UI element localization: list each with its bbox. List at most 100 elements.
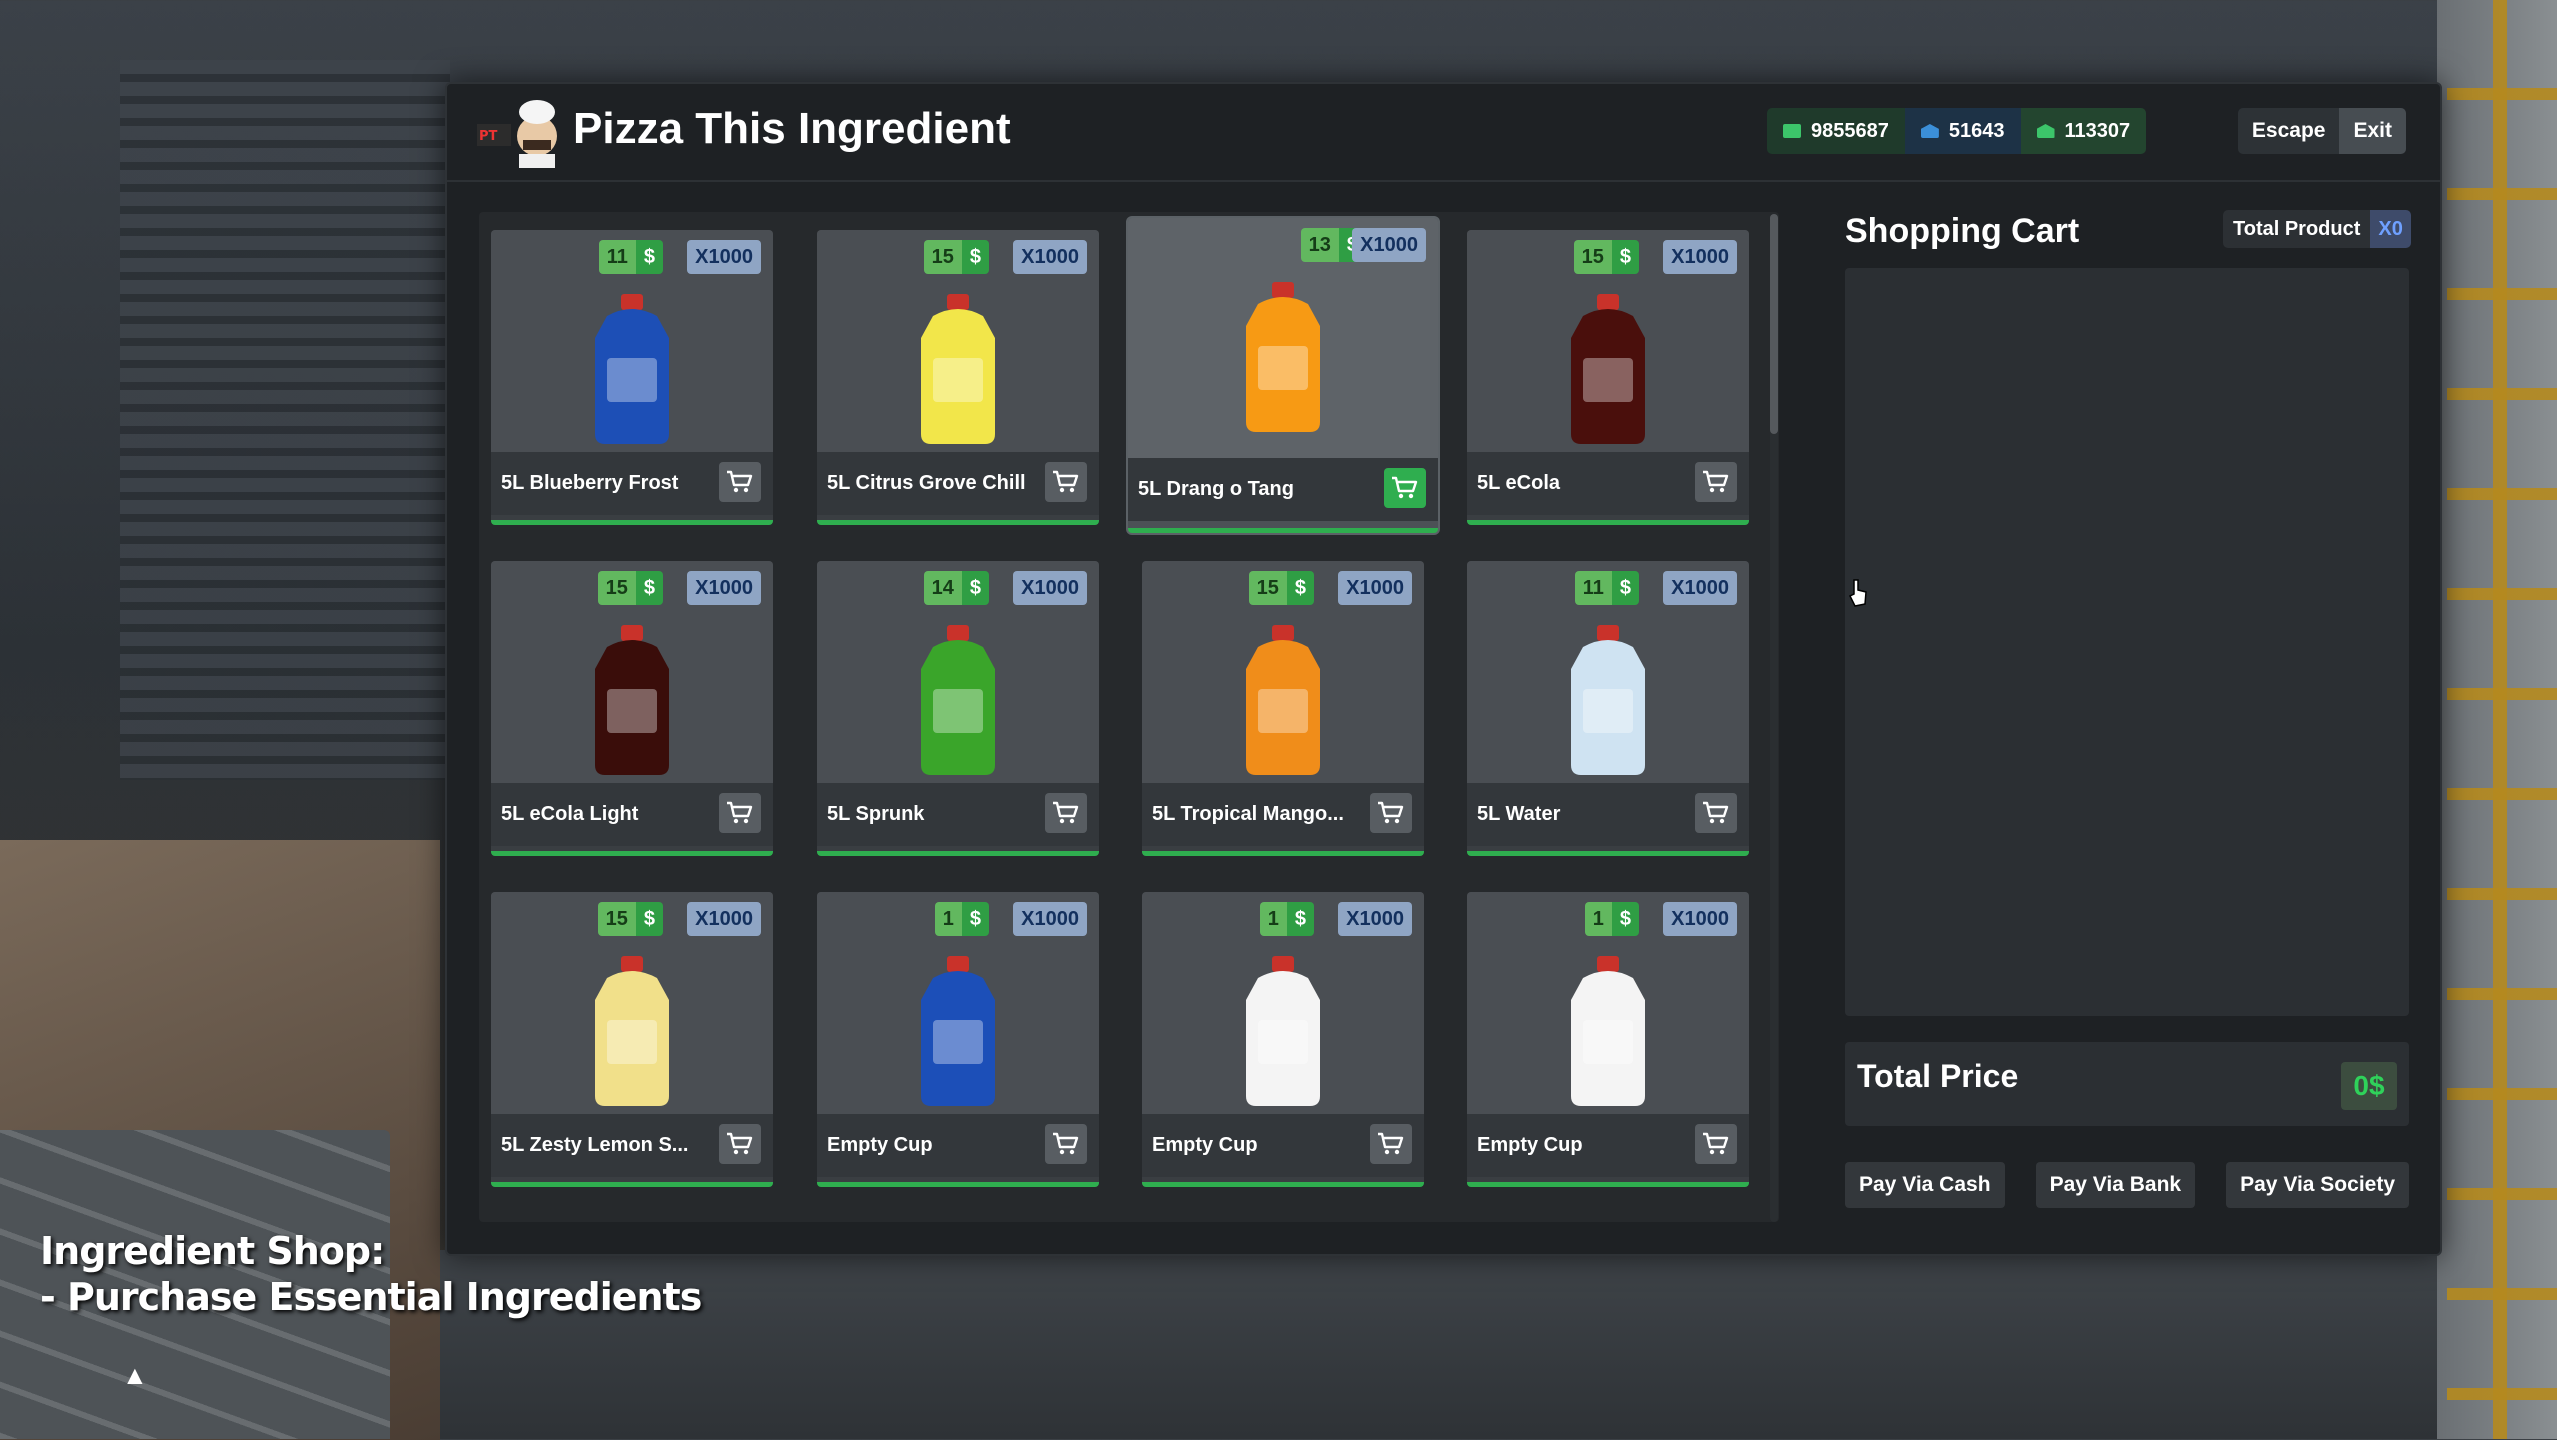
price-badge: 1 $ xyxy=(1259,902,1314,936)
product-name: 5L eCola xyxy=(1477,472,1560,494)
add-to-cart-button[interactable] xyxy=(1695,462,1737,502)
price-value: 15 xyxy=(1248,571,1287,605)
product-footer: 5L Citrus Grove Chill xyxy=(817,452,1099,515)
product-name: Empty Cup xyxy=(1152,1134,1258,1156)
product-footer: 5L eCola Light xyxy=(491,783,773,846)
product-card[interactable]: 11 $ X1000 5L Water xyxy=(1467,561,1749,856)
bottle-icon xyxy=(903,950,1013,1110)
product-card[interactable]: 1 $ X1000 Empty Cup xyxy=(1142,892,1424,1187)
scrollbar-thumb[interactable] xyxy=(1770,214,1778,434)
add-to-cart-button[interactable] xyxy=(1695,793,1737,833)
stock-quantity: X1000 xyxy=(1338,902,1412,936)
stock-quantity: X1000 xyxy=(687,902,761,936)
product-card[interactable]: 1 $ X1000 Empty Cup xyxy=(817,892,1099,1187)
add-to-cart-button[interactable] xyxy=(1695,1124,1737,1164)
header-buttons: Escape Exit xyxy=(2237,108,2406,154)
cart-icon xyxy=(727,1132,753,1155)
product-image-area: 15 $ X1000 xyxy=(491,561,773,783)
product-card[interactable]: 14 $ X1000 5L Sprunk xyxy=(817,561,1099,856)
product-card[interactable]: 15 $ X1000 5L eCola xyxy=(1467,230,1749,525)
add-to-cart-button[interactable] xyxy=(1045,793,1087,833)
product-image-area: 14 $ X1000 xyxy=(817,561,1099,783)
window-header: PT Pizza This Ingredient 9855687 51643 1… xyxy=(447,84,2440,182)
exit-button[interactable]: Exit xyxy=(2339,108,2406,154)
price-badge: 11 $ xyxy=(598,240,663,274)
bottle-icon xyxy=(577,619,687,779)
society-icon xyxy=(2036,124,2055,138)
price-badge: 14 $ xyxy=(923,571,989,605)
add-to-cart-button[interactable] xyxy=(1370,1124,1412,1164)
bottle-icon xyxy=(1228,950,1338,1110)
product-footer: Empty Cup xyxy=(817,1114,1099,1177)
product-footer: 5L Water xyxy=(1467,783,1749,846)
bottle-icon xyxy=(1228,619,1338,779)
product-footer: 5L Zesty Lemon S... xyxy=(491,1114,773,1177)
pay-cash-button[interactable]: Pay Via Cash xyxy=(1845,1162,2005,1208)
product-name: 5L eCola Light xyxy=(501,803,639,825)
stock-quantity: X1000 xyxy=(1663,571,1737,605)
price-badge: 11 $ xyxy=(1574,571,1639,605)
cash-value: 9855687 xyxy=(1811,119,1889,142)
cart-icon xyxy=(727,470,753,493)
price-value: 11 xyxy=(1574,571,1612,605)
cart-icon xyxy=(1378,1132,1404,1155)
total-price-label: Total Price xyxy=(1857,1058,2019,1094)
product-name: 5L Tropical Mango... xyxy=(1152,803,1344,825)
product-name: 5L Citrus Grove Chill xyxy=(827,472,1026,494)
add-to-cart-button[interactable] xyxy=(1045,1124,1087,1164)
currency-symbol: $ xyxy=(961,902,989,936)
add-to-cart-button[interactable] xyxy=(719,793,761,833)
currency-symbol: $ xyxy=(961,571,989,605)
escape-button[interactable]: Escape xyxy=(2237,108,2340,154)
background-shutter xyxy=(120,60,450,780)
price-badge: 15 $ xyxy=(1573,240,1639,274)
product-card[interactable]: 15 $ X1000 5L Citrus Grove Chill xyxy=(817,230,1099,525)
cart-title: Shopping Cart xyxy=(1845,212,2080,250)
price-badge: 1 $ xyxy=(1584,902,1639,936)
product-scrollbar[interactable] xyxy=(1770,214,1778,1222)
pay-bank-button[interactable]: Pay Via Bank xyxy=(2035,1162,2196,1208)
price-badge: 1 $ xyxy=(934,902,989,936)
price-value: 1 xyxy=(1259,902,1287,936)
currency-symbol: $ xyxy=(635,240,663,274)
stock-quantity: X1000 xyxy=(1663,240,1737,274)
product-footer: 5L Tropical Mango... xyxy=(1142,783,1424,846)
shop-window: PT Pizza This Ingredient 9855687 51643 1… xyxy=(445,82,2442,1256)
price-value: 11 xyxy=(598,240,636,274)
add-to-cart-button[interactable] xyxy=(1045,462,1087,502)
product-card[interactable]: 15 $ X1000 5L Zesty Lemon S... xyxy=(491,892,773,1187)
product-image-area: 15 $ X1000 xyxy=(1142,561,1424,783)
cart-icon xyxy=(1703,801,1729,824)
add-to-cart-button[interactable] xyxy=(719,1124,761,1164)
product-footer: Empty Cup xyxy=(1467,1114,1749,1177)
product-footer: 5L Blueberry Frost xyxy=(491,452,773,515)
product-image-area: 15 $ X1000 xyxy=(491,892,773,1114)
product-name: 5L Drang o Tang xyxy=(1138,478,1294,500)
product-card[interactable]: 11 $ X1000 5L Blueberry Frost xyxy=(491,230,773,525)
bottle-icon xyxy=(1553,950,1663,1110)
product-image-area: 15 $ X1000 xyxy=(817,230,1099,452)
pay-society-button[interactable]: Pay Via Society xyxy=(2226,1162,2409,1208)
product-card[interactable]: 15 $ X1000 5L Tropical Mango... xyxy=(1142,561,1424,856)
add-to-cart-button[interactable] xyxy=(1384,468,1426,508)
cash-icon xyxy=(1783,124,1801,138)
cart-icon xyxy=(1392,476,1418,499)
total-product-label: Total Product xyxy=(2223,210,2371,248)
product-card[interactable]: 15 $ X1000 5L eCola Light xyxy=(491,561,773,856)
bank-value: 51643 xyxy=(1948,119,2005,142)
add-to-cart-button[interactable] xyxy=(1370,793,1412,833)
cart-icon xyxy=(1703,470,1729,493)
product-image-area: 11 $ X1000 xyxy=(491,230,773,452)
product-footer: 5L Drang o Tang xyxy=(1128,458,1438,521)
background-floor xyxy=(440,1250,2437,1439)
app-title: Pizza This Ingredient xyxy=(573,104,1011,153)
player-marker-icon: ▲ xyxy=(122,1360,148,1390)
product-card[interactable]: 13 $ X1000 5L Drang o Tang xyxy=(1128,218,1438,533)
product-card[interactable]: 1 $ X1000 Empty Cup xyxy=(1467,892,1749,1187)
product-image-area: 1 $ X1000 xyxy=(817,892,1099,1114)
product-image-area: 1 $ X1000 xyxy=(1467,892,1749,1114)
product-footer: 5L Sprunk xyxy=(817,783,1099,846)
add-to-cart-button[interactable] xyxy=(719,462,761,502)
product-image-area: 1 $ X1000 xyxy=(1142,892,1424,1114)
society-balance: 113307 xyxy=(2020,108,2147,154)
